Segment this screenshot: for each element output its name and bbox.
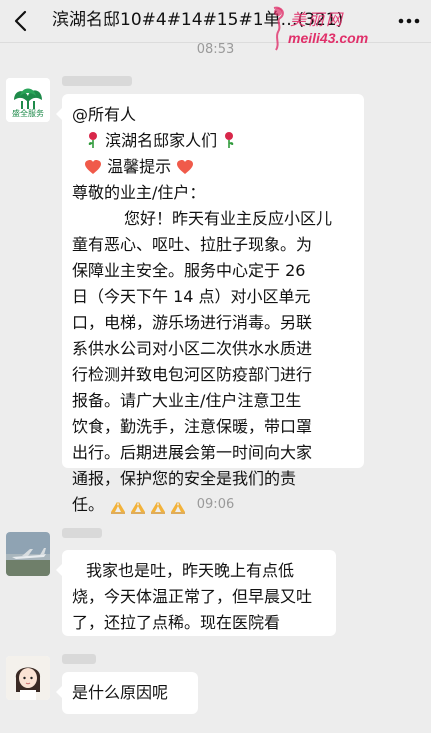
heart-icon bbox=[85, 160, 101, 174]
message-bubble[interactable]: 我家也是吐，昨天晚上有点低 烧，今天体温正常了，但早晨又吐 了，还拉了点稀。现在… bbox=[56, 550, 336, 636]
avatar[interactable]: 盛全服务 bbox=[6, 78, 50, 122]
sender-name-blurred bbox=[62, 76, 132, 86]
message-line: 口，电梯，游乐场进行消毒。另联 bbox=[72, 313, 313, 332]
message-line: 保障业主安全。服务中心定于 26 bbox=[72, 261, 306, 280]
airplane-photo-icon bbox=[6, 532, 50, 576]
message-line: 报备。请广大业主/住户注意卫生 bbox=[72, 391, 302, 410]
back-button[interactable] bbox=[8, 6, 34, 36]
timestamp: 09:06 bbox=[196, 497, 235, 512]
message-line: 行检测并致电包河区防疫部门进行 bbox=[72, 365, 313, 384]
more-dots-icon bbox=[398, 18, 420, 24]
message-line: 系供水公司对小区二次供水水质进 bbox=[72, 339, 313, 358]
message-line-with-rose: 滨湖名邸家人们 bbox=[72, 128, 354, 154]
message-line: 了，还拉了点稀。现在医院看 bbox=[72, 613, 281, 632]
message-line: 饮食，勤洗手，注意保暖，带口罩 bbox=[72, 417, 313, 436]
message-line: 日（今天下午 14 点）对小区单元 bbox=[72, 287, 311, 306]
message-bubble[interactable]: 是什么原因呢 bbox=[56, 672, 198, 714]
message-bubble[interactable]: @所有人 滨湖名邸家人们 温馨提示 尊敬的业主/住户： 您好！昨天有业主反应小区… bbox=[56, 94, 364, 514]
sender-name-blurred bbox=[62, 528, 102, 538]
chevron-left-icon bbox=[14, 10, 27, 32]
message-line: 童有恶心、呕吐、拉肚子现象。为 bbox=[72, 235, 313, 254]
avatar[interactable] bbox=[6, 532, 50, 576]
message-line-text: 滨湖名邸家人们 bbox=[105, 131, 218, 150]
timestamp: 08:53 bbox=[196, 42, 235, 57]
chat-title: 滨湖名邸10#4#14#15#1单…(321) bbox=[52, 10, 344, 30]
cartoon-girl-icon bbox=[6, 656, 50, 700]
message-line: 烧，今天体温正常了，但早晨又吐 bbox=[72, 587, 313, 606]
message-line: 尊敬的业主/住户： bbox=[72, 183, 206, 202]
message-line: 您好！昨天有业主反应小区儿 bbox=[124, 209, 333, 228]
avatar-caption: 盛全服务 bbox=[12, 109, 44, 118]
heart-icon bbox=[177, 160, 194, 174]
message-line: 通报，保护您的安全是我们的责 bbox=[72, 469, 297, 488]
message-line-with-heart: 温馨提示 bbox=[72, 154, 354, 180]
rose-icon bbox=[225, 132, 234, 148]
more-button[interactable] bbox=[397, 10, 421, 32]
avatar[interactable] bbox=[6, 656, 50, 700]
message-line: 我家也是吐，昨天晚上有点低 bbox=[86, 561, 295, 580]
message-line: 出行。后期进展会第一时间向大家 bbox=[72, 443, 313, 462]
rose-icon bbox=[88, 132, 97, 148]
chat-header: 滨湖名邸10#4#14#15#1单…(321) bbox=[0, 0, 431, 43]
message-line: @所有人 bbox=[72, 105, 137, 124]
message-line-text: 温馨提示 bbox=[107, 157, 172, 176]
message-line: 是什么原因呢 bbox=[72, 683, 169, 702]
sender-name-blurred bbox=[62, 654, 96, 664]
